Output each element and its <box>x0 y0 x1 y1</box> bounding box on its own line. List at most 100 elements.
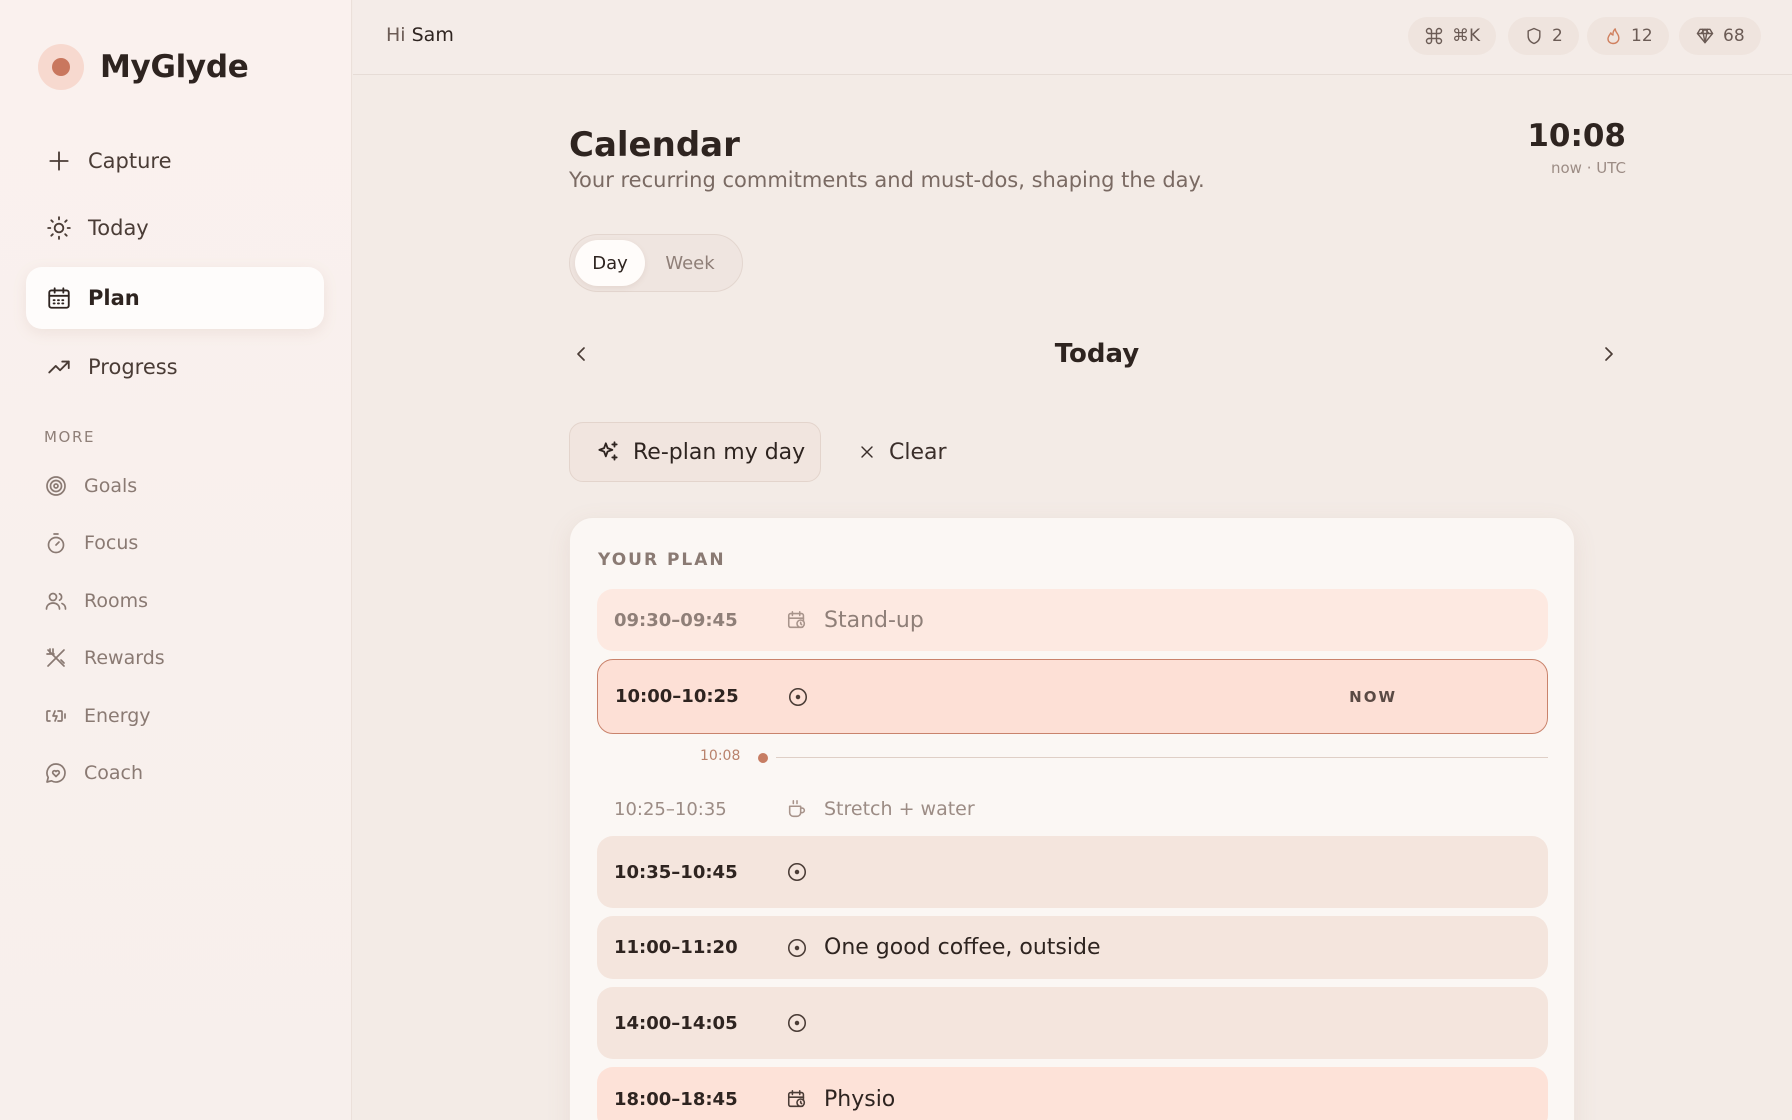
target-dot-icon <box>786 937 808 959</box>
plan-row[interactable]: 11:00–11:20 One good coffee, outside <box>597 916 1548 979</box>
chevron-right-icon[interactable] <box>1597 342 1621 366</box>
target-icon <box>44 474 68 498</box>
timer-icon <box>44 531 68 555</box>
nav-item-coach[interactable]: Coach <box>44 753 143 793</box>
calendar-icon <box>46 285 72 311</box>
row-title: Physio <box>824 1086 896 1112</box>
tab-day[interactable]: Day <box>575 240 645 286</box>
nav-item-focus[interactable]: Focus <box>44 523 138 563</box>
plan-row-current[interactable]: 10:00–10:25 NOW <box>597 659 1548 734</box>
target-dot-icon <box>786 1012 808 1034</box>
gems-counter[interactable]: 68 <box>1679 17 1761 55</box>
now-marker-dot <box>758 753 768 763</box>
row-time: 18:00–18:45 <box>614 1088 738 1110</box>
greeting: Hi Sam <box>386 24 454 46</box>
nav-item-label: Energy <box>84 705 151 727</box>
nav-item-goals[interactable]: Goals <box>44 466 137 506</box>
sun-icon <box>46 215 72 241</box>
gems-count: 68 <box>1723 26 1745 46</box>
coffee-icon <box>786 798 808 820</box>
timezone-label: now · UTC <box>1551 159 1626 177</box>
gem-icon <box>1695 26 1715 46</box>
calendar-clock-icon <box>786 609 808 631</box>
row-time: 14:00–14:05 <box>614 1012 738 1034</box>
top-bar: Hi Sam ⌘K 2 12 68 <box>353 0 1792 75</box>
row-time: 10:25–10:35 <box>614 798 727 820</box>
plan-section-label: YOUR PLAN <box>598 550 726 570</box>
sidebar: MyGlyde Capture Today Plan Progress MORE… <box>0 0 352 1120</box>
user-name: Sam <box>411 24 454 46</box>
day-label: Today <box>1054 339 1140 369</box>
plan-row[interactable]: 14:00–14:05 <box>597 987 1548 1059</box>
nav-item-label: Goals <box>84 475 138 497</box>
plus-icon <box>46 148 72 174</box>
nav-item-energy[interactable]: Energy <box>44 696 151 736</box>
main-content: Calendar Your recurring commitments and … <box>353 76 1792 1120</box>
nav-item-capture[interactable]: Capture <box>26 130 324 192</box>
plan-row-break[interactable]: 10:25–10:35 Stretch + water <box>597 780 1548 838</box>
logo-icon <box>38 44 84 90</box>
nav-item-rooms[interactable]: Rooms <box>44 581 148 621</box>
shield-icon <box>1524 26 1544 46</box>
streak-counter[interactable]: 12 <box>1587 17 1669 55</box>
nav-item-label: Capture <box>88 149 172 173</box>
brand[interactable]: MyGlyde <box>38 44 249 90</box>
current-time: 10:08 <box>1527 118 1626 154</box>
command-icon <box>1424 26 1444 46</box>
battery-charging-icon <box>44 704 68 728</box>
users-icon <box>44 589 68 613</box>
now-marker-line <box>776 757 1548 758</box>
clear-label: Clear <box>889 439 947 465</box>
page-title: Calendar <box>569 125 740 165</box>
nav-item-label: Focus <box>84 532 139 554</box>
nav-item-plan[interactable]: Plan <box>26 267 324 329</box>
more-section-label: MORE <box>44 428 96 446</box>
target-dot-icon <box>786 861 808 883</box>
nav-item-label: Progress <box>88 355 178 379</box>
trending-up-icon <box>46 354 72 380</box>
tab-week[interactable]: Week <box>645 240 735 286</box>
greeting-prefix: Hi <box>386 24 406 46</box>
nav-item-label: Coach <box>84 762 144 784</box>
plan-row[interactable]: 09:30–09:45 Stand-up <box>597 589 1548 651</box>
row-title: Stand-up <box>824 607 924 633</box>
page-subtitle: Your recurring commitments and must-dos,… <box>569 168 1205 192</box>
row-title: Stretch + water <box>824 798 975 820</box>
close-icon <box>857 442 877 462</box>
row-time: 11:00–11:20 <box>614 937 738 958</box>
row-time: 10:35–10:45 <box>614 861 738 883</box>
flame-icon <box>1603 26 1623 46</box>
view-toggle: Day Week <box>569 234 743 292</box>
streak-count: 12 <box>1631 26 1653 46</box>
plan-row[interactable]: 18:00–18:45 Physio <box>597 1067 1548 1120</box>
now-marker: 10:08 <box>700 748 1548 768</box>
now-badge: NOW <box>1349 687 1397 706</box>
replan-day-button[interactable]: Re-plan my day <box>569 422 821 482</box>
replan-label: Re-plan my day <box>633 439 806 465</box>
utensils-icon <box>44 646 68 670</box>
calendar-clock-icon <box>786 1088 808 1110</box>
nav-item-label: Rooms <box>84 590 149 612</box>
row-title: One good coffee, outside <box>824 935 1101 960</box>
target-dot-icon <box>787 686 809 708</box>
shortcut-label: ⌘K <box>1452 26 1481 46</box>
sparkles-icon <box>595 439 621 465</box>
command-palette-button[interactable]: ⌘K <box>1408 17 1497 55</box>
chat-heart-icon <box>44 761 68 785</box>
shields-counter[interactable]: 2 <box>1508 17 1579 55</box>
day-navigator: Today <box>569 331 1625 377</box>
plan-row[interactable]: 10:35–10:45 <box>597 836 1548 908</box>
nav-item-today[interactable]: Today <box>26 197 324 259</box>
shields-count: 2 <box>1552 26 1563 46</box>
plan-card: YOUR PLAN 09:30–09:45 Stand-up 10:00–10:… <box>569 517 1575 1120</box>
nav-item-rewards[interactable]: Rewards <box>44 638 165 678</box>
nav-item-label: Rewards <box>84 647 165 669</box>
brand-name: MyGlyde <box>100 49 249 85</box>
clear-button[interactable]: Clear <box>857 422 947 482</box>
row-time: 10:00–10:25 <box>615 686 739 707</box>
nav-item-label: Today <box>88 216 149 240</box>
now-marker-time: 10:08 <box>700 748 741 764</box>
nav-item-progress[interactable]: Progress <box>26 336 324 398</box>
row-time: 09:30–09:45 <box>614 609 738 631</box>
nav-item-label: Plan <box>88 286 140 310</box>
